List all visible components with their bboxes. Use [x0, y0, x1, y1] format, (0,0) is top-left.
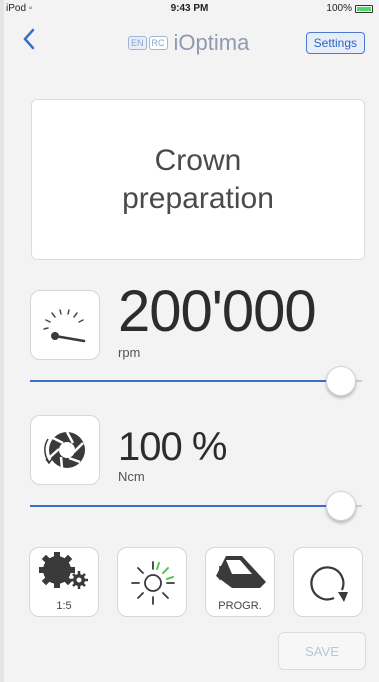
program-icon	[216, 556, 266, 588]
torque-icon	[44, 431, 85, 469]
save-button[interactable]: SAVE	[278, 632, 366, 670]
program-label: PROGR.	[218, 600, 262, 612]
speedometer-icon	[43, 309, 86, 343]
battery-fill	[357, 6, 371, 11]
speed-slider[interactable]	[30, 366, 362, 396]
app-name: iOptima	[173, 30, 250, 55]
logo-badge-en: EN	[128, 36, 147, 50]
chevron-left-icon[interactable]	[22, 28, 36, 54]
speed-button[interactable]	[30, 290, 100, 360]
speed-slider-fill	[30, 380, 341, 382]
speed-value: 200'000	[118, 279, 317, 344]
status-battery: 100%	[326, 3, 373, 14]
status-bar: iPod ◦ 9:43 PM 100%	[0, 0, 379, 18]
program-card[interactable]: Crown preparation	[31, 99, 365, 260]
light-button[interactable]	[117, 547, 187, 617]
rotation-direction-button[interactable]	[293, 547, 363, 617]
app-logo: EN RC iOptima	[128, 30, 249, 56]
speed-slider-thumb[interactable]	[326, 366, 356, 396]
torque-slider[interactable]	[30, 491, 362, 521]
speed-unit: rpm	[118, 345, 141, 360]
torque-value: 100 %	[118, 425, 227, 469]
gear-ratio-icon	[39, 552, 88, 589]
gear-ratio-button[interactable]: 1:5	[29, 547, 99, 617]
battery-text: 100%	[326, 3, 352, 14]
torque-slider-thumb[interactable]	[326, 491, 356, 521]
left-edge	[0, 0, 4, 682]
program-button[interactable]: PROGR.	[205, 547, 275, 617]
torque-button[interactable]	[30, 415, 100, 485]
program-name: Crown preparation	[122, 143, 274, 215]
logo-badge-rc: RC	[148, 36, 168, 50]
torque-slider-fill	[30, 505, 341, 507]
back-chevron-svg	[23, 28, 35, 50]
settings-button[interactable]: Settings	[305, 32, 365, 54]
nav-bar: EN RC iOptima Settings	[0, 22, 379, 62]
rotation-direction-icon	[310, 566, 348, 602]
gear-ratio-label: 1:5	[56, 600, 72, 612]
battery-icon	[355, 4, 373, 13]
torque-unit: Ncm	[118, 469, 145, 484]
light-icon	[131, 561, 175, 605]
status-time: 9:43 PM	[170, 3, 209, 14]
